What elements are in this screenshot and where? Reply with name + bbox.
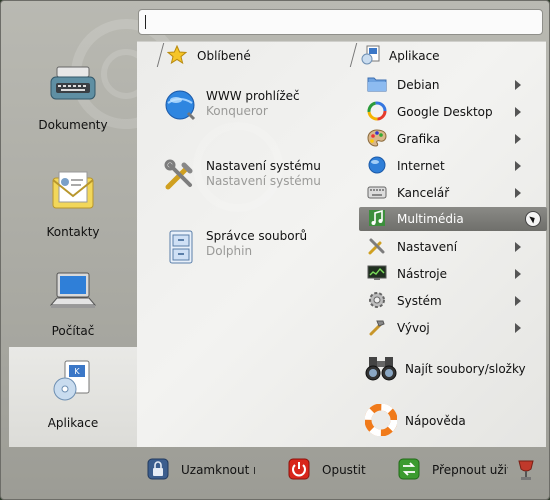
category-internet[interactable]: Internet [359,154,547,178]
switch-user-button[interactable]: Přepnout uživ [398,457,508,483]
favorites-header[interactable]: Oblíbené [166,44,251,68]
category-label: Systém [397,294,442,308]
svg-text:K: K [74,367,80,376]
switch-user-icon [398,458,420,483]
sidebar-item-computer[interactable]: Počítač [9,259,137,359]
sidebar-item-contacts[interactable]: Kontakty [9,156,137,256]
switch-user-label: Přepnout uživ [432,463,508,477]
category-label: Nástroje [397,267,448,281]
favorite-subtitle: Dolphin [206,244,253,258]
lock-session-button[interactable]: Uzamknout re [147,457,255,483]
category-graphics[interactable]: Grafika [359,127,547,151]
favorite-system-settings[interactable]: Nastavení systému Nastavení systému [164,159,321,199]
music-icon [367,208,387,231]
application-launcher-menu: Dokumenty Kontakty Počítač K Aplikace Ob… [0,0,550,500]
category-debian[interactable]: Debian [359,73,547,97]
applications-header[interactable]: Aplikace [361,45,440,67]
gear-icon [367,290,387,313]
favorite-title: WWW prohlížeč [206,89,300,103]
laptop-icon [49,271,97,314]
folder-icon [367,75,387,96]
favorite-title: Správce souborů [206,229,308,243]
logout-button[interactable]: Opustit [288,457,366,483]
sidebar-item-label: Dokumenty [38,118,108,132]
category-office[interactable]: Kancelář [359,181,547,205]
category-utilities[interactable]: Nástroje [359,262,547,286]
submenu-arrow-icon [515,107,521,117]
applications-header-label: Aplikace [389,49,440,63]
trophy-icon [516,459,536,486]
category-label: Internet [397,159,445,173]
category-system[interactable]: Systém [359,289,547,313]
file-cabinet-icon [164,229,196,268]
favorites-header-label: Oblíbené [197,49,251,63]
category-multimedia[interactable]: Multimédia [359,207,547,231]
category-label: Nastavení [397,240,458,254]
submenu-open-icon [525,211,541,227]
category-label: Grafika [397,132,441,146]
search-field[interactable] [138,9,543,35]
hammer-icon [367,317,387,340]
applications-small-icon [361,45,381,68]
globe-icon [164,89,196,124]
globe-icon [367,155,387,178]
sidebar-item-label: Počítač [51,324,95,338]
submenu-arrow-icon [515,188,521,198]
submenu-arrow-icon [515,134,521,144]
sidebar-item-label: Kontakty [46,225,100,239]
power-icon [288,458,310,483]
sidebar-item-documents[interactable]: Dokumenty [9,53,137,153]
find-files-label: Najít soubory/složky [405,362,526,376]
sidebar-item-applications[interactable]: K Aplikace [9,347,137,447]
category-label: Kancelář [397,186,450,200]
category-label: Vývoj [397,321,430,335]
logout-label: Opustit [322,463,366,477]
favorite-title: Nastavení systému [206,159,321,173]
binoculars-icon [365,353,397,386]
find-files-item[interactable]: Najít soubory/složky [365,351,526,387]
help-label: Nápověda [405,414,466,428]
submenu-arrow-icon [515,161,521,171]
category-google-desktop[interactable]: Google Desktop [359,100,547,124]
submenu-arrow-icon [515,323,521,333]
monitor-icon [367,264,387,285]
submenu-arrow-icon [515,296,521,306]
favorite-subtitle: Nastavení systému [206,174,321,188]
favorite-subtitle: Konqueror [206,104,268,118]
category-settings[interactable]: Nastavení [359,235,547,259]
submenu-arrow-icon [515,80,521,90]
category-label: Debian [397,78,440,92]
palette-icon [367,128,387,151]
google-desktop-icon [367,101,387,124]
help-item[interactable]: Nápověda [364,403,466,439]
submenu-arrow-icon [515,242,521,252]
favorite-file-manager[interactable]: Správce souborů Dolphin [164,229,307,269]
text-caret [145,15,146,29]
applications-icon: K [49,359,97,406]
tools-icon [164,159,196,194]
lock-session-label: Uzamknout re [181,463,255,477]
submenu-arrow-icon [515,269,521,279]
lock-icon [147,458,169,483]
typewriter-icon [49,65,97,108]
category-development[interactable]: Vývoj [359,316,547,340]
category-label: Multimédia [397,212,464,226]
search-input[interactable] [147,13,537,31]
keyboard-icon [367,184,387,203]
tools-icon [367,236,387,259]
star-icon [166,44,188,68]
category-label: Google Desktop [397,105,493,119]
contacts-icon [49,168,97,215]
sidebar-item-label: Aplikace [47,416,99,430]
lifebuoy-icon [364,403,398,439]
favorite-web-browser[interactable]: WWW prohlížeč Konqueror [164,89,300,129]
